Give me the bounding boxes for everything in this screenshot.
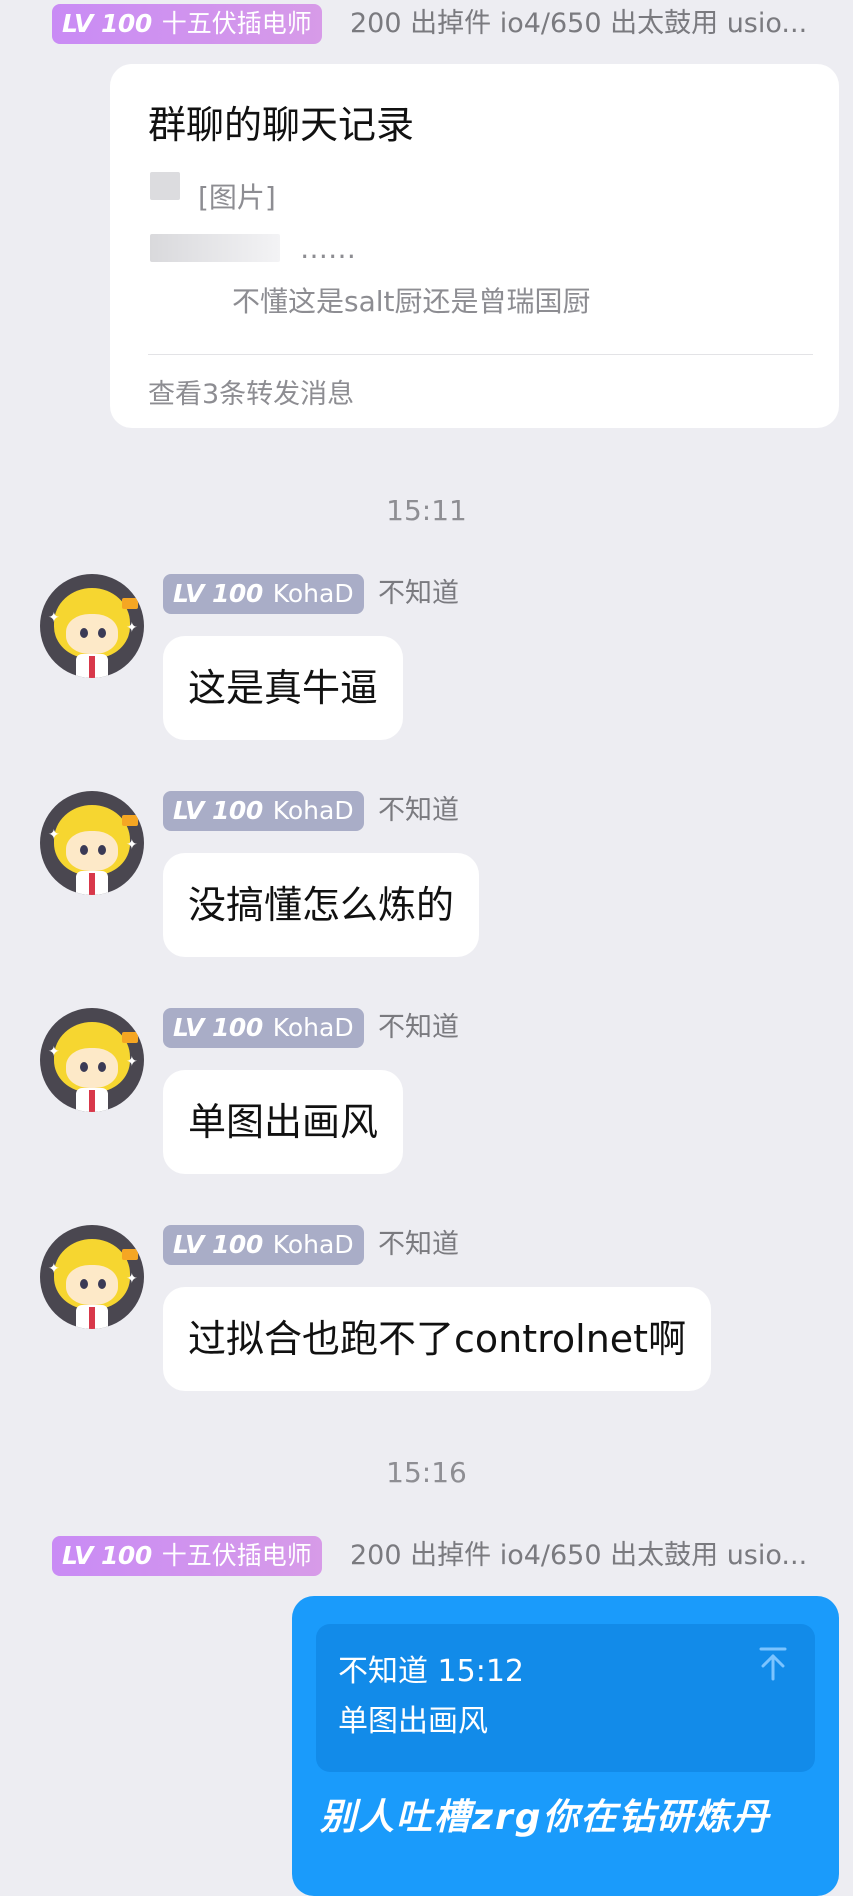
group-title-label: KohaD <box>272 579 354 608</box>
my-message-bubble[interactable]: 不知道 15:12 单图出画风 别人吐槽zrg你在钻研炼丹 <box>292 1596 839 1896</box>
sender-name[interactable]: 不知道 <box>378 1008 459 1048</box>
sender-level-badge: LV 100 KohaD <box>163 1225 364 1265</box>
sender-level-badge: LV 100 十五伏插电师 <box>52 4 322 44</box>
group-title-label: KohaD <box>272 796 354 825</box>
quote-header: 不知道 15:12 <box>338 1654 524 1689</box>
group-title-label: 十五伏插电师 <box>161 1541 312 1570</box>
sender-name[interactable]: 不知道 <box>378 1225 459 1265</box>
sender-name[interactable]: 不知道 <box>378 791 459 831</box>
level-label: LV 100 <box>62 1541 152 1570</box>
sender-level-badge: LV 100 KohaD <box>163 791 364 831</box>
message-bubble[interactable]: 没搞懂怎么炼的 <box>163 853 480 957</box>
card-line-3: 不懂这是salt厨还是曾瑞国厨 <box>232 285 591 318</box>
sender-name[interactable]: 200 出掉件 io4/650 出太鼓用 usio... <box>350 1536 845 1576</box>
sender-level-badge: LV 100 KohaD <box>163 574 364 614</box>
jump-to-original-icon[interactable] <box>757 1646 789 1682</box>
card-divider <box>148 354 813 355</box>
timestamp: 15:16 <box>386 1456 467 1489</box>
avatar[interactable]: ✦ ✦ <box>40 574 144 678</box>
group-title-label: KohaD <box>272 1230 354 1259</box>
timestamp: 15:11 <box>386 494 467 527</box>
sender-avatar-placeholder <box>150 172 180 200</box>
blurred-name <box>150 234 280 262</box>
sender-name[interactable]: 200 出掉件 io4/650 出太鼓用 usio... <box>350 4 845 44</box>
avatar[interactable]: ✦ ✦ <box>40 1008 144 1112</box>
sender-level-badge: LV 100 KohaD <box>163 1008 364 1048</box>
group-title-label: KohaD <box>272 1013 354 1042</box>
avatar[interactable]: ✦ ✦ <box>40 791 144 895</box>
level-label: LV 100 <box>173 579 263 608</box>
card-line-1: [图片] <box>198 181 276 214</box>
quote-text: 单图出画风 <box>338 1704 488 1739</box>
my-message-text: 别人吐槽zrg你在钻研炼丹 <box>320 1797 771 1838</box>
avatar[interactable]: ✦ ✦ <box>40 1225 144 1329</box>
group-title-label: 十五伏插电师 <box>161 9 312 38</box>
level-label: LV 100 <box>62 9 152 38</box>
sender-level-badge: LV 100 十五伏插电师 <box>52 1536 322 1576</box>
view-forwarded-link[interactable]: 查看3条转发消息 <box>148 372 354 411</box>
level-label: LV 100 <box>173 796 263 825</box>
card-title: 群聊的聊天记录 <box>148 103 415 147</box>
forwarded-chat-card[interactable]: 群聊的聊天记录 [图片] …… 不懂这是salt厨还是曾瑞国厨 查看3条转发消息 <box>110 64 839 428</box>
level-label: LV 100 <box>173 1013 263 1042</box>
message-bubble[interactable]: 过拟合也跑不了controlnet啊 <box>163 1287 712 1391</box>
level-label: LV 100 <box>173 1230 263 1259</box>
sender-name[interactable]: 不知道 <box>378 574 459 614</box>
message-bubble[interactable]: 单图出画风 <box>163 1070 404 1174</box>
quoted-message[interactable]: 不知道 15:12 单图出画风 <box>316 1624 815 1772</box>
card-line-2: …… <box>300 232 356 265</box>
message-bubble[interactable]: 这是真牛逼 <box>163 636 404 740</box>
